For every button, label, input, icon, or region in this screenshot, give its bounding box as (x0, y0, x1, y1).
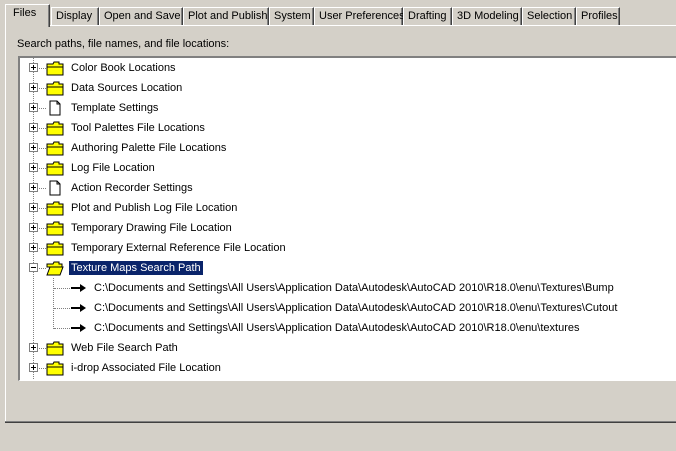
tree-item-label: Tool Palettes File Locations (71, 122, 205, 134)
folder-icon (46, 61, 64, 76)
panel-border-top (5, 25, 676, 26)
tree-item-label: Temporary External Reference File Locati… (71, 242, 286, 254)
tree-item-color-book-locations[interactable]: Color Book Locations (20, 58, 676, 78)
expand-button[interactable] (29, 83, 38, 92)
texture-path-item[interactable]: C:\Documents and Settings\All Users\Appl… (20, 318, 676, 338)
path-label: C:\Documents and Settings\All Users\Appl… (94, 282, 614, 294)
tree-item-label: i-drop Associated File Location (71, 362, 221, 374)
tree-item-temporary-external-reference-file-location[interactable]: Temporary External Reference File Locati… (20, 238, 676, 258)
folder-icon (46, 241, 64, 256)
tree-item-action-recorder-settings[interactable]: Action Recorder Settings (20, 178, 676, 198)
tree-item-label: Authoring Palette File Locations (71, 142, 227, 154)
tree-item-log-file-location[interactable]: Log File Location (20, 158, 676, 178)
tab-drafting[interactable]: Drafting (403, 7, 452, 25)
arrow-right-icon (71, 304, 86, 312)
arrow-right-icon (71, 284, 86, 292)
tab-plot-and-publish[interactable]: Plot and Publish (183, 7, 269, 25)
tab-profiles[interactable]: Profiles (576, 7, 620, 25)
tab-system[interactable]: System (269, 7, 314, 25)
folder-icon (46, 361, 64, 376)
expand-button[interactable] (29, 223, 38, 232)
tree-item-label: Texture Maps Search Path (68, 260, 204, 276)
tree-item-texture-maps-search-path[interactable]: Texture Maps Search Path (20, 258, 676, 278)
tab-3d-modeling[interactable]: 3D Modeling (452, 7, 522, 25)
tab-files[interactable]: Files (5, 4, 50, 27)
tree-item-label: Temporary Drawing File Location (71, 222, 232, 234)
tree-item-data-sources-location[interactable]: Data Sources Location (20, 78, 676, 98)
search-paths-tree[interactable]: Color Book Locations Data Sources Locati… (18, 56, 676, 381)
expand-button[interactable] (29, 123, 38, 132)
arrow-right-icon (71, 324, 86, 332)
tree-item-label: Log File Location (71, 162, 155, 174)
tree-item-template-settings[interactable]: Template Settings (20, 98, 676, 118)
folder-icon (46, 201, 64, 216)
tree-item-tool-palettes-file-locations[interactable]: Tool Palettes File Locations (20, 118, 676, 138)
expand-button[interactable] (29, 163, 38, 172)
tab-strip: Files Display Open and Save Plot and Pub… (5, 4, 676, 27)
collapse-button[interactable] (29, 263, 38, 272)
tree-item-label: Action Recorder Settings (71, 182, 193, 194)
tree-item-web-file-search-path[interactable]: Web File Search Path (20, 338, 676, 358)
folder-icon (46, 121, 64, 136)
path-label: C:\Documents and Settings\All Users\Appl… (94, 302, 618, 314)
folder-icon (46, 81, 64, 96)
expand-button[interactable] (29, 183, 38, 192)
document-icon (49, 100, 61, 116)
panel-border-bottom-dark (5, 422, 676, 423)
path-label: C:\Documents and Settings\All Users\Appl… (94, 322, 580, 334)
tree-item-plot-and-publish-log-file-location[interactable]: Plot and Publish Log File Location (20, 198, 676, 218)
expand-button[interactable] (29, 143, 38, 152)
tab-user-preferences[interactable]: User Preferences (314, 7, 405, 25)
expand-button[interactable] (29, 343, 38, 352)
tab-selection[interactable]: Selection (522, 7, 576, 25)
tree-item-label: Color Book Locations (71, 62, 176, 74)
tree-item-authoring-palette-file-locations[interactable]: Authoring Palette File Locations (20, 138, 676, 158)
tree-item-label: Plot and Publish Log File Location (71, 202, 238, 214)
tab-display[interactable]: Display (51, 7, 99, 25)
expand-button[interactable] (29, 63, 38, 72)
open-folder-icon (46, 261, 64, 276)
document-icon (49, 180, 61, 196)
texture-path-item[interactable]: C:\Documents and Settings\All Users\Appl… (20, 298, 676, 318)
expand-button[interactable] (29, 363, 38, 372)
panel-border-left (5, 25, 6, 422)
expand-button[interactable] (29, 243, 38, 252)
expand-button[interactable] (29, 103, 38, 112)
tree-item-temporary-drawing-file-location[interactable]: Temporary Drawing File Location (20, 218, 676, 238)
folder-icon (46, 141, 64, 156)
expand-button[interactable] (29, 203, 38, 212)
tree-item-label: Web File Search Path (71, 342, 178, 354)
texture-path-item[interactable]: C:\Documents and Settings\All Users\Appl… (20, 278, 676, 298)
folder-icon (46, 341, 64, 356)
tab-open-and-save[interactable]: Open and Save (99, 7, 183, 25)
tree-item-label: Template Settings (71, 102, 159, 114)
folder-icon (46, 221, 64, 236)
tree-caption: Search paths, file names, and file locat… (17, 38, 230, 50)
folder-icon (46, 161, 64, 176)
tree-item-i-drop-associated-file-location[interactable]: i-drop Associated File Location (20, 358, 676, 378)
tree-item-label: Data Sources Location (71, 82, 183, 94)
